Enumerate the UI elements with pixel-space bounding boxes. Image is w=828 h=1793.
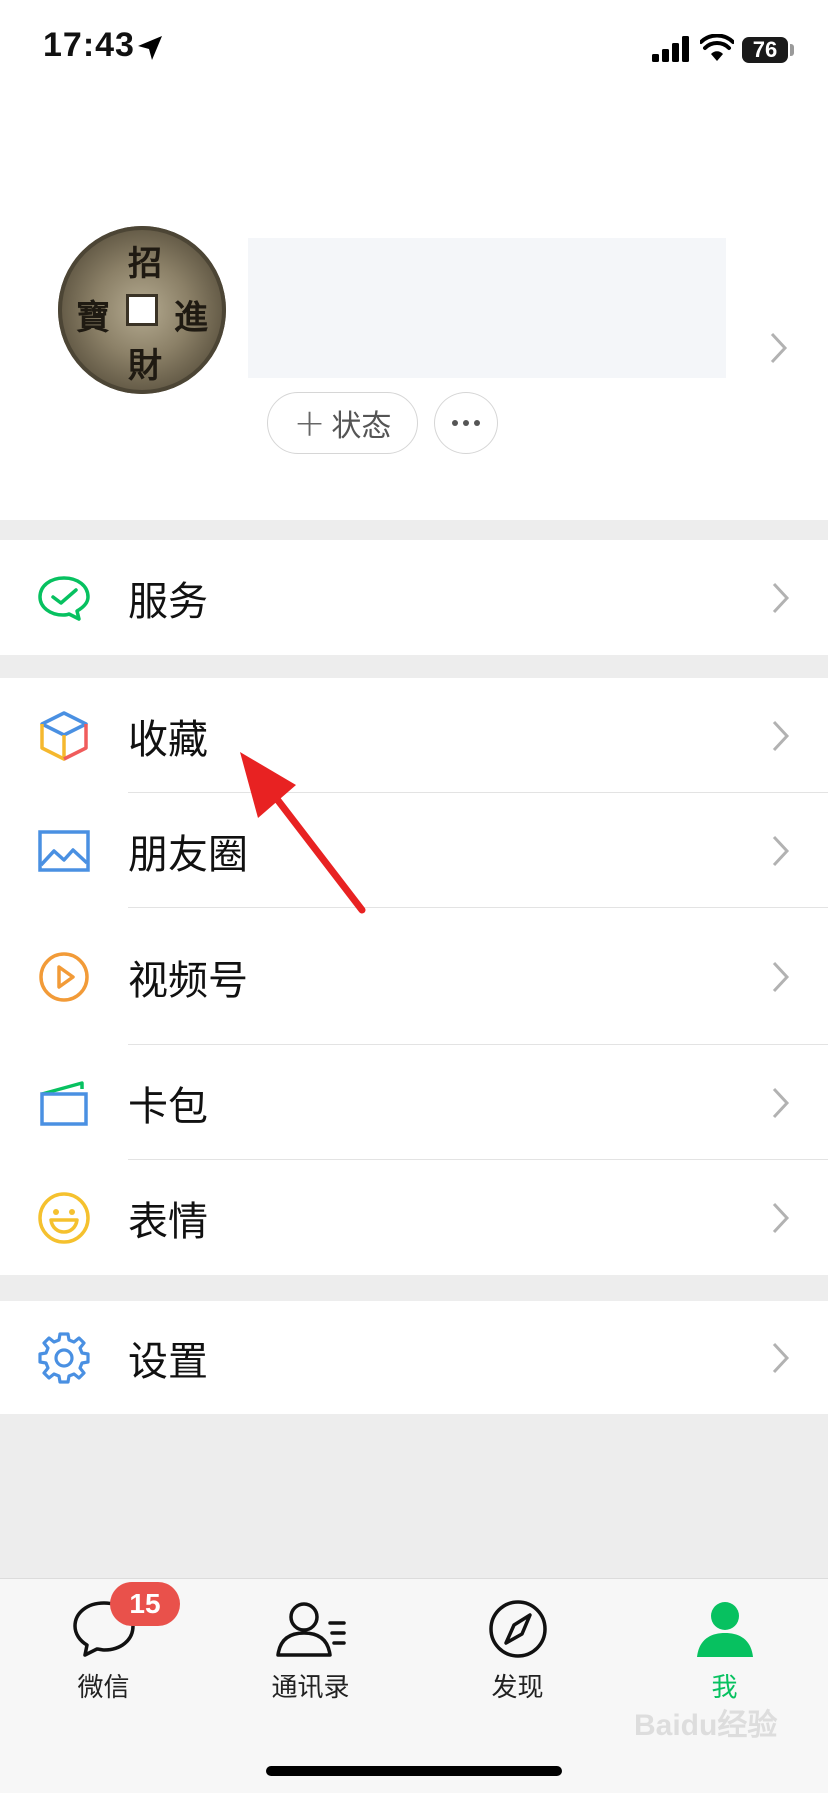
clock: 17:43 (43, 26, 135, 64)
menu-label: 收藏 (128, 716, 208, 763)
dot (452, 420, 458, 426)
chevron-right-icon (772, 961, 790, 992)
tab-contacts[interactable]: 通讯录 (207, 1599, 414, 1719)
profile-name-redacted (248, 238, 726, 378)
menu-label: 视频号 (128, 957, 248, 1004)
play-circle-icon (39, 951, 89, 1002)
tab-label: 我 (711, 1673, 738, 1703)
coin-char-bottom: 財 (128, 346, 162, 386)
watermark: Baidu经验 (634, 1709, 778, 1742)
battery-tip (790, 44, 794, 56)
tab-label: 通讯录 (271, 1673, 350, 1703)
compass-icon (488, 1600, 547, 1658)
coin-hole (126, 294, 158, 326)
chevron-right-icon (772, 720, 790, 751)
tab-chats[interactable]: 微信 (0, 1599, 207, 1719)
menu-item-cards[interactable]: 卡包 (0, 1045, 828, 1160)
status-button-label: 状态 (331, 409, 392, 444)
menu-item-channels[interactable]: 视频号 (0, 908, 828, 1045)
gear-icon (38, 1331, 90, 1384)
menu-label: 服务 (128, 578, 208, 625)
menu-label: 设置 (128, 1338, 208, 1385)
cube-icon (40, 710, 88, 761)
avatar[interactable]: 招 進 財 寶 (58, 226, 226, 394)
menu-item-services[interactable]: 服务 (0, 540, 828, 655)
coin-char-top: 招 (128, 244, 162, 284)
person-icon (696, 1602, 753, 1657)
contacts-icon (275, 1602, 346, 1657)
menu-item-stickers[interactable]: 表情 (0, 1160, 828, 1275)
plus-icon: + (293, 401, 326, 445)
chevron-right-icon (772, 1087, 790, 1118)
dot (463, 420, 469, 426)
coin-char-left: 寶 (76, 298, 110, 338)
dot (474, 420, 480, 426)
home-indicator[interactable] (266, 1766, 562, 1776)
menu-item-moments[interactable]: 朋友圈 (0, 793, 828, 908)
more-button[interactable] (434, 392, 498, 454)
annotation-arrow (240, 752, 366, 914)
smiley-icon (38, 1191, 90, 1244)
tab-label: 发现 (491, 1673, 544, 1703)
chevron-right-icon (772, 582, 790, 613)
menu-item-settings[interactable]: 设置 (0, 1301, 828, 1414)
coin-char-right: 進 (174, 298, 208, 338)
add-status-button[interactable]: + 状态 (267, 392, 418, 454)
menu-item-favorites[interactable]: 收藏 (0, 678, 828, 793)
wallet-icon (40, 1080, 88, 1126)
battery-indicator: 76 (742, 37, 788, 63)
tab-label: 微信 (77, 1673, 130, 1703)
menu-label: 表情 (128, 1198, 208, 1245)
unread-badge: 15 (110, 1582, 180, 1626)
tab-discover[interactable]: 发现 (414, 1599, 621, 1719)
chevron-right-icon (772, 835, 790, 866)
cellular-signal-icon (652, 36, 689, 62)
menu-section-settings: 设置 (0, 1301, 828, 1414)
menu-section-services: 服务 (0, 540, 828, 655)
chevron-right-icon (770, 332, 788, 364)
menu-section-main: 收藏 朋友圈 视频号 卡包 表情 (0, 678, 828, 1275)
location-arrow-icon (138, 36, 162, 60)
chevron-right-icon (772, 1342, 790, 1373)
wechat-pay-icon (38, 575, 90, 621)
picture-icon (38, 829, 90, 872)
chevron-right-icon (772, 1202, 790, 1233)
menu-label: 卡包 (128, 1083, 208, 1130)
wifi-icon (700, 34, 734, 61)
